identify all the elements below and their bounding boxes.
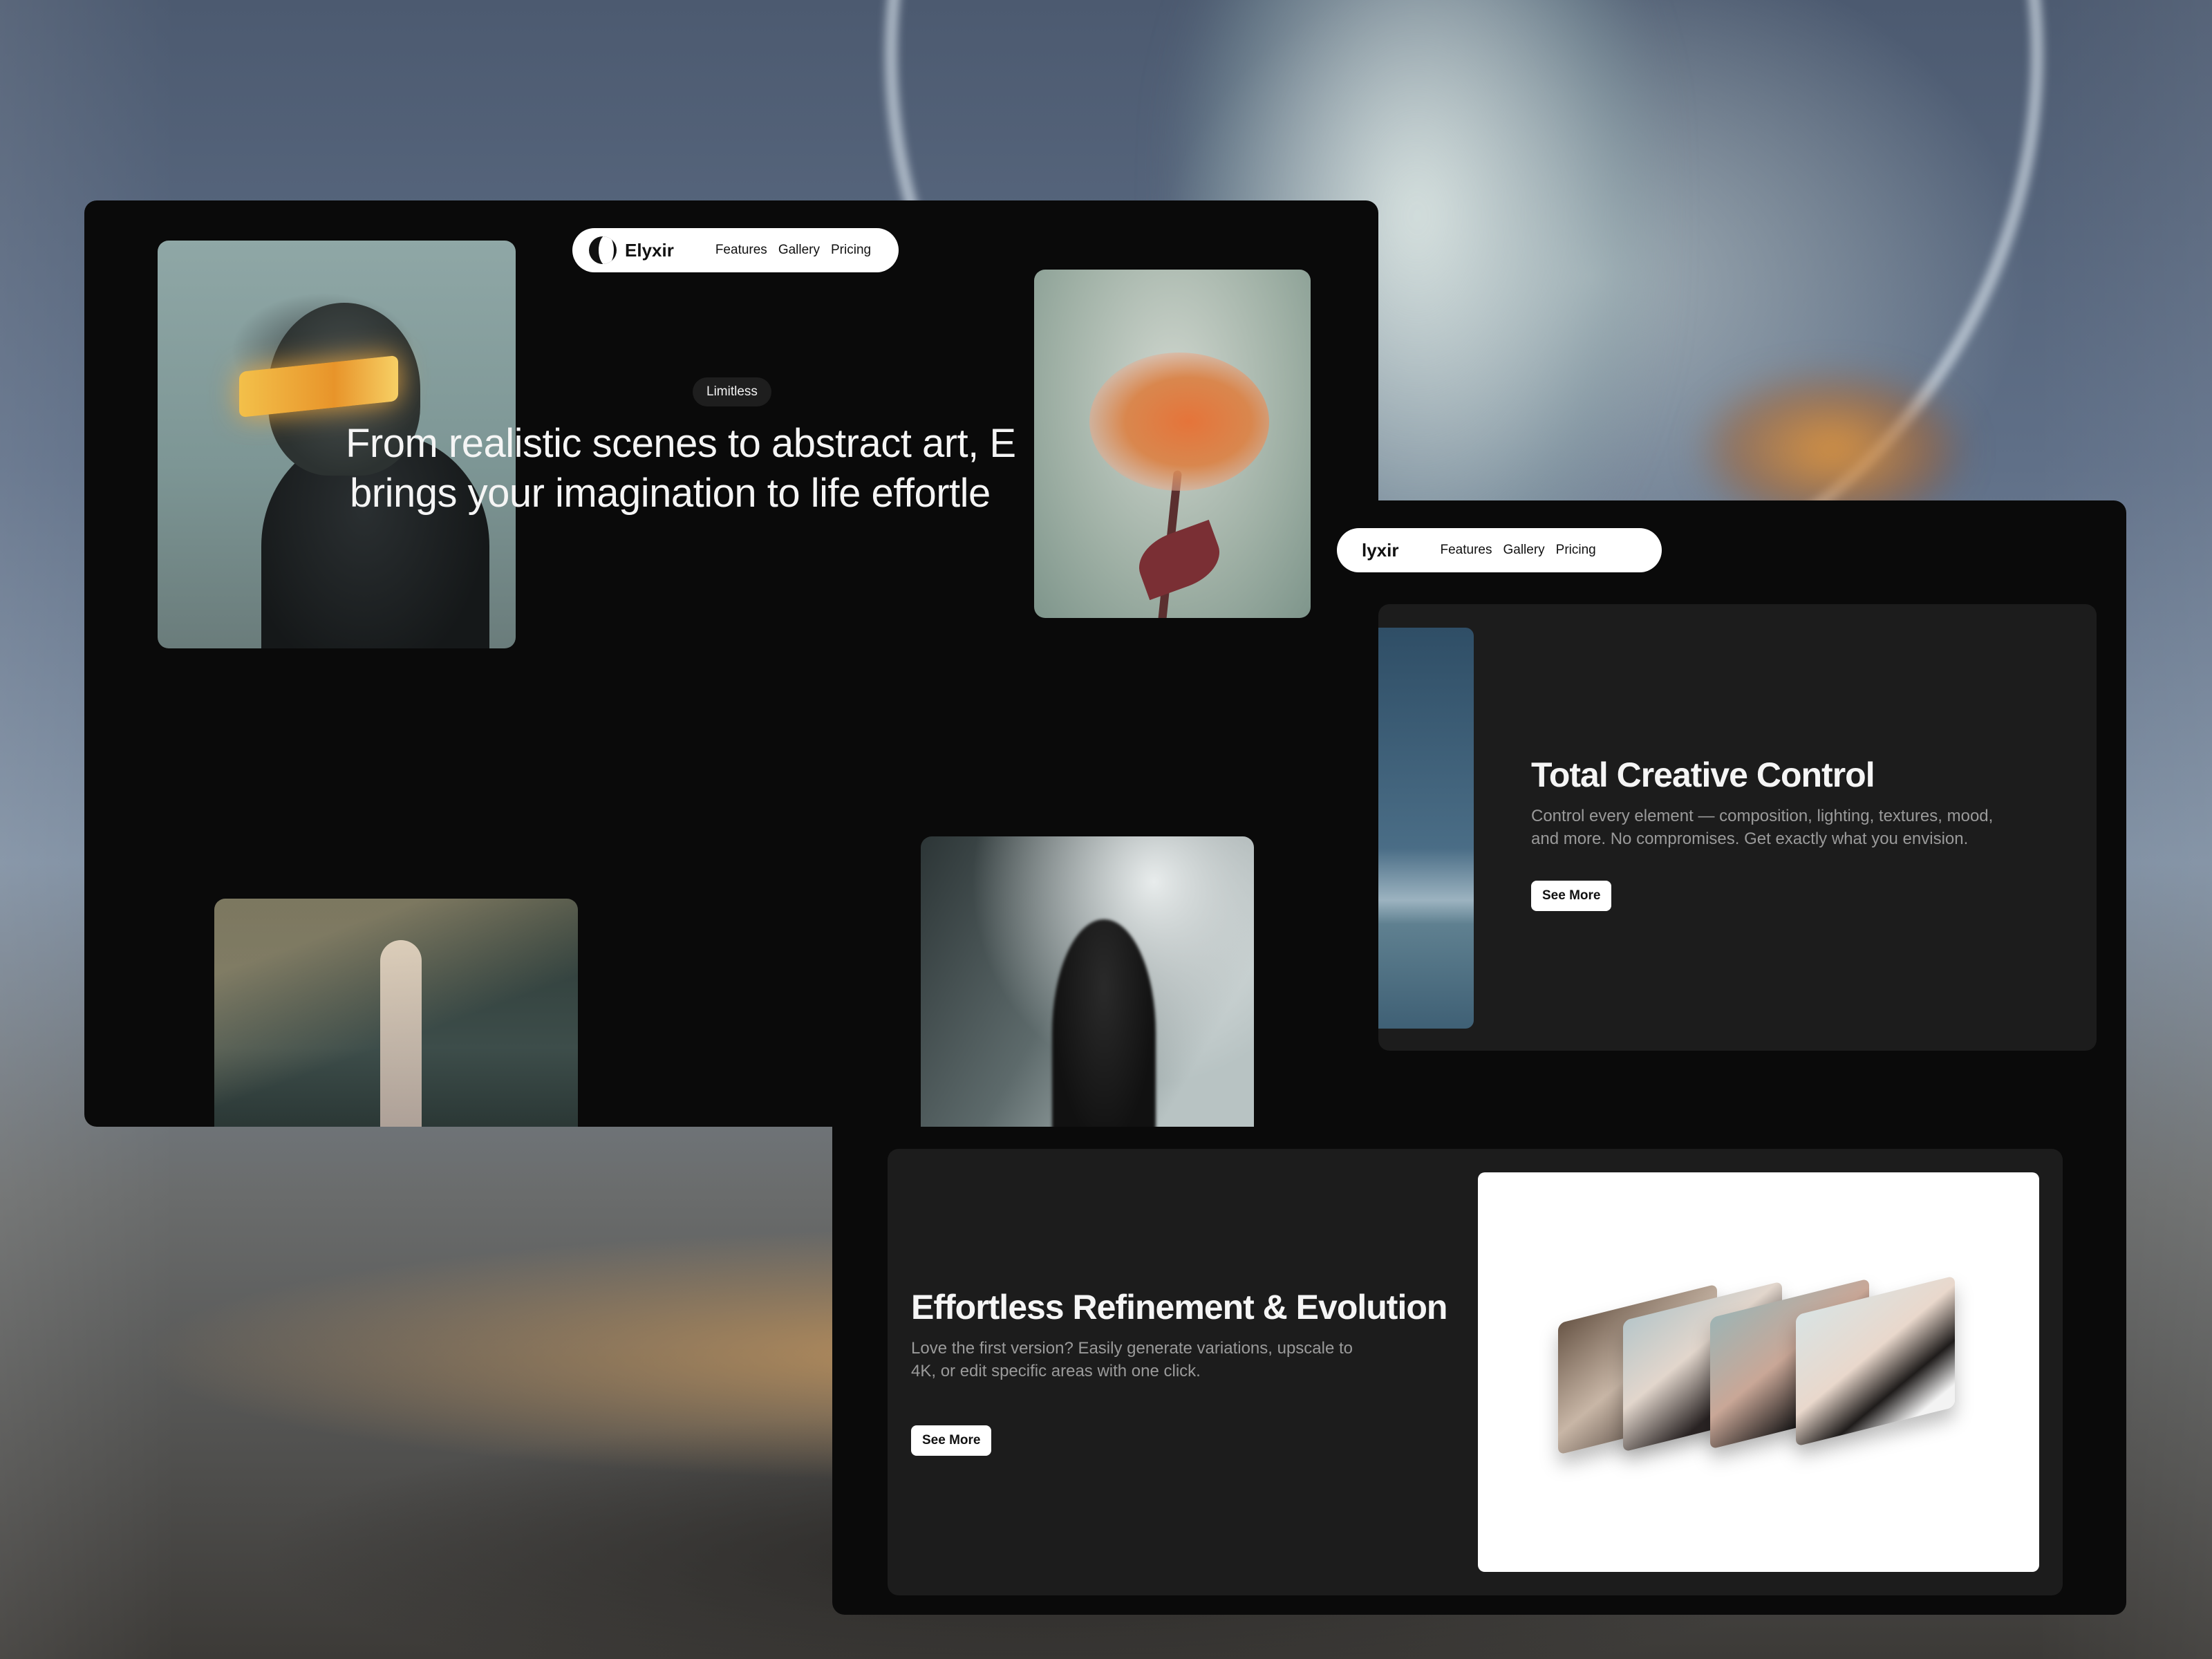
hero-headline-line-2: brings your imagination to life effortle (350, 471, 991, 516)
feature-title: Total Creative Control (1531, 756, 1875, 794)
seascape-image (1378, 628, 1474, 1029)
blurred-man-photo (921, 836, 1254, 1127)
nav-links: Features Gallery Pricing (1441, 543, 1596, 558)
flower-bloom (1089, 353, 1269, 491)
nav-link-features[interactable]: Features (1441, 543, 1492, 558)
nav-link-gallery[interactable]: Gallery (778, 243, 820, 258)
nav-link-pricing[interactable]: Pricing (1556, 543, 1596, 558)
feature-card-refinement: Effortless Refinement & Evolution Love t… (888, 1149, 2063, 1595)
flower-leaf (1130, 519, 1228, 601)
see-more-button[interactable]: See More (1531, 881, 1612, 911)
nav-link-features[interactable]: Features (715, 243, 767, 258)
limitless-badge: Limitless (693, 377, 771, 406)
girl-in-light-photo (214, 899, 578, 1127)
elyxir-logo-icon[interactable] (589, 236, 617, 264)
hero-navbar: Elyxir Features Gallery Pricing (572, 228, 899, 272)
brand-name[interactable]: Elyxir (625, 240, 674, 261)
features-navbar: lyxir Features Gallery Pricing (1337, 528, 1662, 572)
man-silhouette (1052, 919, 1156, 1127)
feature-description: Control every element — composition, lig… (1531, 807, 1994, 848)
hero-headline-line-1: From realistic scenes to abstract art, E (346, 421, 1016, 466)
nav-links: Features Gallery Pricing (715, 243, 871, 258)
portrait-variations-panel (1478, 1172, 2039, 1572)
see-more-button[interactable]: See More (911, 1425, 992, 1456)
feature-title: Effortless Refinement & Evolution (911, 1288, 1447, 1327)
brand-name-partial[interactable]: lyxir (1362, 540, 1399, 561)
nav-link-pricing[interactable]: Pricing (831, 243, 871, 258)
features-window-visible-region: lyxir Features Gallery Pricing Total Cre… (1337, 500, 2126, 1123)
nav-link-gallery[interactable]: Gallery (1503, 543, 1544, 558)
girl-figure (380, 940, 422, 1127)
feature-card-creative-control: Total Creative Control Control every ele… (1378, 604, 2097, 1051)
flower-photo (1034, 270, 1311, 618)
feature-description: Love the first version? Easily generate … (911, 1339, 1353, 1380)
